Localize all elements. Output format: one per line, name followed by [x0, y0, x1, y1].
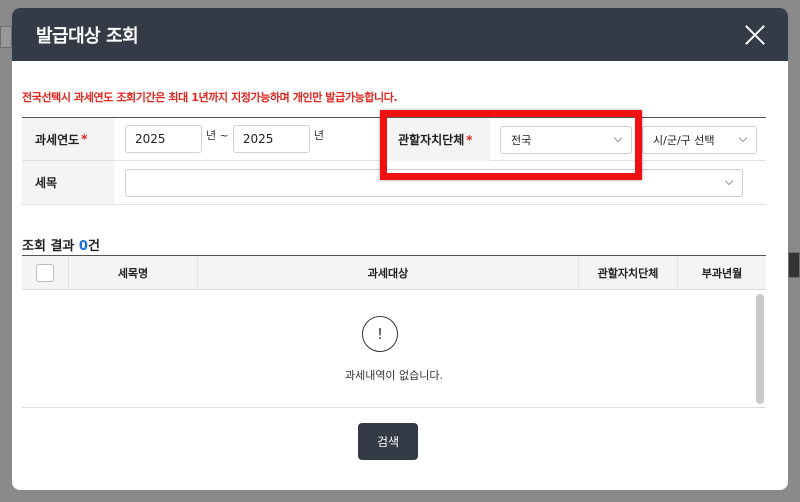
column-region[interactable]: 관할자치단체 [579, 256, 678, 289]
grid-scrollbar[interactable] [756, 294, 764, 404]
tax-year-label: 과세연도 * [22, 118, 114, 160]
background-panel [0, 26, 12, 48]
year-from-unit: 년 ~ [206, 129, 229, 142]
result-grid: 세목명 과세대상 관할자치단체 부과년월 ! 과세내역이 없습니다. [22, 255, 766, 408]
column-levy-month[interactable]: 부과년월 [678, 256, 766, 289]
exclamation-icon: ! [362, 316, 398, 352]
tax-item-row: 세목 [22, 161, 766, 205]
region-field: 관할자치단체 * 전국 시/군/구 선택 [380, 118, 757, 161]
result-title-prefix: 조회 결과 [22, 239, 79, 254]
grid-header: 세목명 과세대상 관할자치단체 부과년월 [22, 255, 766, 290]
result-title: 조회 결과 0건 [22, 235, 100, 254]
region-label: 관할자치단체 * [380, 118, 490, 161]
region-label-text: 관할자치단체 [398, 133, 465, 147]
year-from-input[interactable]: 2025 [125, 125, 202, 153]
column-tax-target[interactable]: 과세대상 [198, 256, 579, 289]
modal-header: 발급대상 조회 [12, 8, 788, 61]
year-to-unit: 년 [313, 129, 324, 142]
modal-title: 발급대상 조회 [36, 25, 139, 47]
column-tax-name[interactable]: 세목명 [69, 256, 198, 289]
notice-text: 전국선택시 과세연도 조회기간은 최대 1년까지 지정가능하며 개인만 발급가능… [22, 91, 398, 104]
year-to-input[interactable]: 2025 [232, 125, 310, 153]
region-select[interactable]: 전국 [500, 125, 632, 154]
chevron-down-icon [738, 133, 748, 143]
close-icon[interactable] [742, 22, 768, 48]
tax-item-select[interactable] [125, 168, 743, 197]
search-form: 과세연도 * 2025 년 ~ 2025 년 관할자치단체 * 전국 시/군/구 선… [22, 117, 766, 205]
search-button[interactable]: 검색 [358, 423, 418, 460]
chevron-down-icon [613, 133, 623, 143]
year-range: 2025 년 ~ 2025 년 [125, 125, 328, 153]
select-all-checkbox[interactable] [36, 263, 54, 282]
required-mark: * [81, 132, 88, 146]
chevron-down-icon [724, 176, 734, 186]
tax-year-row: 과세연도 * 2025 년 ~ 2025 년 관할자치단체 * 전국 시/군/구 선… [22, 118, 766, 161]
region-select-value: 전국 [511, 133, 532, 147]
empty-message: 과세내역이 없습니다. [344, 369, 444, 382]
district-select[interactable]: 시/군/구 선택 [642, 125, 757, 154]
background-panel [788, 252, 800, 278]
issuance-target-modal: 발급대상 조회 [12, 8, 788, 490]
tax-year-label-text: 과세연도 [35, 132, 80, 147]
select-all-cell [22, 256, 69, 289]
tax-item-label: 세목 [22, 161, 114, 204]
result-title-suffix: 건 [87, 239, 100, 254]
required-mark: * [466, 132, 473, 147]
result-count: 0 [78, 239, 88, 254]
grid-body: ! 과세내역이 없습니다. [22, 290, 766, 408]
district-select-value: 시/군/구 선택 [653, 133, 715, 147]
